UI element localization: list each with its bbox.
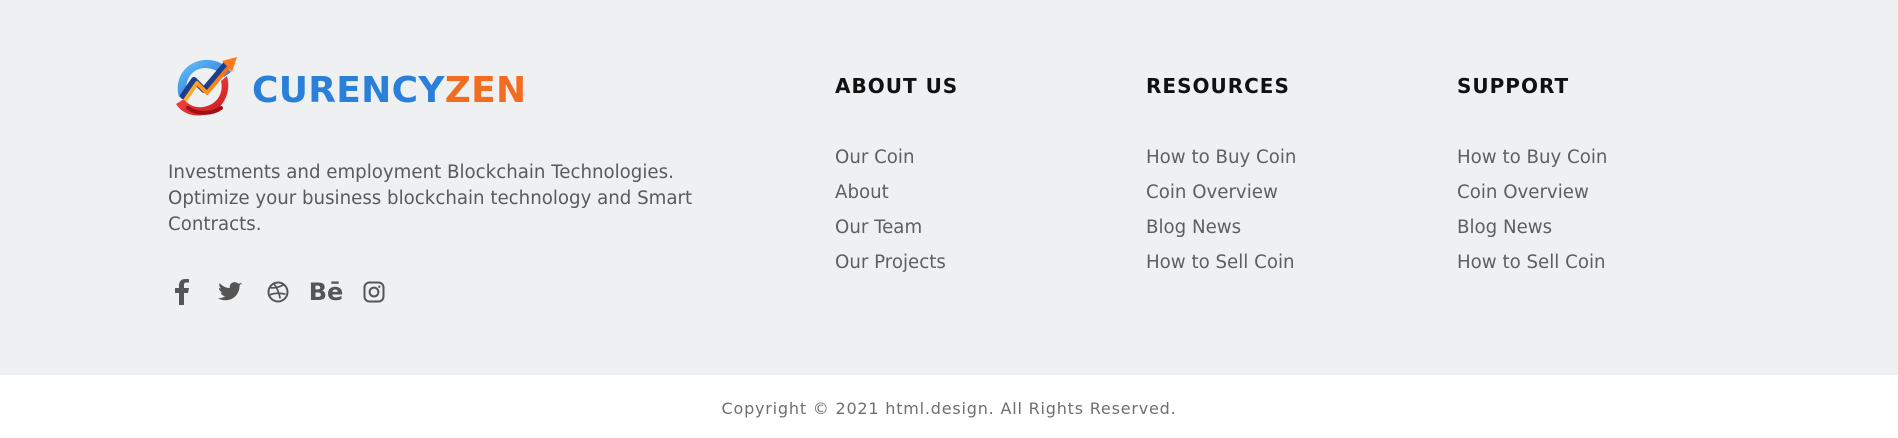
footer-bottom-bar: Copyright © 2021 html.design. All Rights… [0,375,1898,438]
dribbble-icon [267,281,289,303]
footer-link-how-to-buy-coin[interactable]: How to Buy Coin [1457,147,1607,168]
footer-column-title: SUPPORT [1457,74,1570,98]
footer-link-list: Our Coin About Our Team Our Projects [835,140,1095,280]
footer-column-resources: RESOURCES How to Buy Coin Coin Overview … [1146,72,1406,280]
footer-column-support: SUPPORT How to Buy Coin Coin Overview Bl… [1457,72,1717,280]
footer-link-how-to-sell-coin[interactable]: How to Sell Coin [1146,252,1295,273]
footer-list-item: Our Coin [835,140,1095,175]
footer-link-our-projects[interactable]: Our Projects [835,252,946,273]
logo-icon [176,57,237,116]
footer-list-item: Blog News [1146,210,1406,245]
footer-list-item: Our Projects [835,245,1095,280]
footer-link-list: How to Buy Coin Coin Overview Blog News … [1146,140,1406,280]
instagram-link[interactable] [360,277,388,307]
copyright-text: Copyright © 2021 html.design. All Rights… [721,399,1177,418]
footer-list-item: How to Sell Coin [1457,245,1717,280]
logo-lockup: CURENCY ZEN [168,52,526,124]
footer-link-about[interactable]: About [835,182,889,203]
twitter-link[interactable] [216,277,244,307]
twitter-icon [218,282,242,301]
social-links: Bē [168,277,408,307]
footer-link-our-team[interactable]: Our Team [835,217,922,238]
footer-about-text: Investments and employment Blockchain Te… [168,162,693,235]
footer-link-blog-news[interactable]: Blog News [1457,217,1552,238]
footer-link-how-to-sell-coin[interactable]: How to Sell Coin [1457,252,1606,273]
footer-list-item: Coin Overview [1146,175,1406,210]
footer-list-item: How to Buy Coin [1146,140,1406,175]
behance-icon: Bē [308,278,344,306]
facebook-link[interactable] [168,277,196,307]
footer-column-title: ABOUT US [835,74,959,98]
footer-list-item: How to Buy Coin [1457,140,1717,175]
footer-list-item: Blog News [1457,210,1717,245]
brand-logo[interactable]: CURENCY ZEN [168,52,526,124]
footer-link-list: How to Buy Coin Coin Overview Blog News … [1457,140,1717,280]
site-footer: CURENCY ZEN Investments and employment Bl… [0,0,1898,375]
footer-column-about-us: ABOUT US Our Coin About Our Team Our Pro… [835,72,1095,280]
dribbble-link[interactable] [264,277,292,307]
logo-text-primary: CURENCY [252,70,445,111]
footer-list-item: Our Team [835,210,1095,245]
instagram-icon [363,281,385,303]
footer-link-how-to-buy-coin[interactable]: How to Buy Coin [1146,147,1296,168]
footer-link-blog-news[interactable]: Blog News [1146,217,1241,238]
footer-list-item: About [835,175,1095,210]
behance-link[interactable]: Bē [309,277,344,307]
footer-list-item: Coin Overview [1457,175,1717,210]
logo-text-secondary: ZEN [444,70,527,111]
footer-list-item: How to Sell Coin [1146,245,1406,280]
facebook-icon [175,279,189,305]
footer-link-our-coin[interactable]: Our Coin [835,147,915,168]
logo-wordmark: CURENCY ZEN [252,73,526,109]
footer-link-coin-overview[interactable]: Coin Overview [1146,182,1278,203]
footer-column-title: RESOURCES [1146,74,1290,98]
footer-link-coin-overview[interactable]: Coin Overview [1457,182,1589,203]
